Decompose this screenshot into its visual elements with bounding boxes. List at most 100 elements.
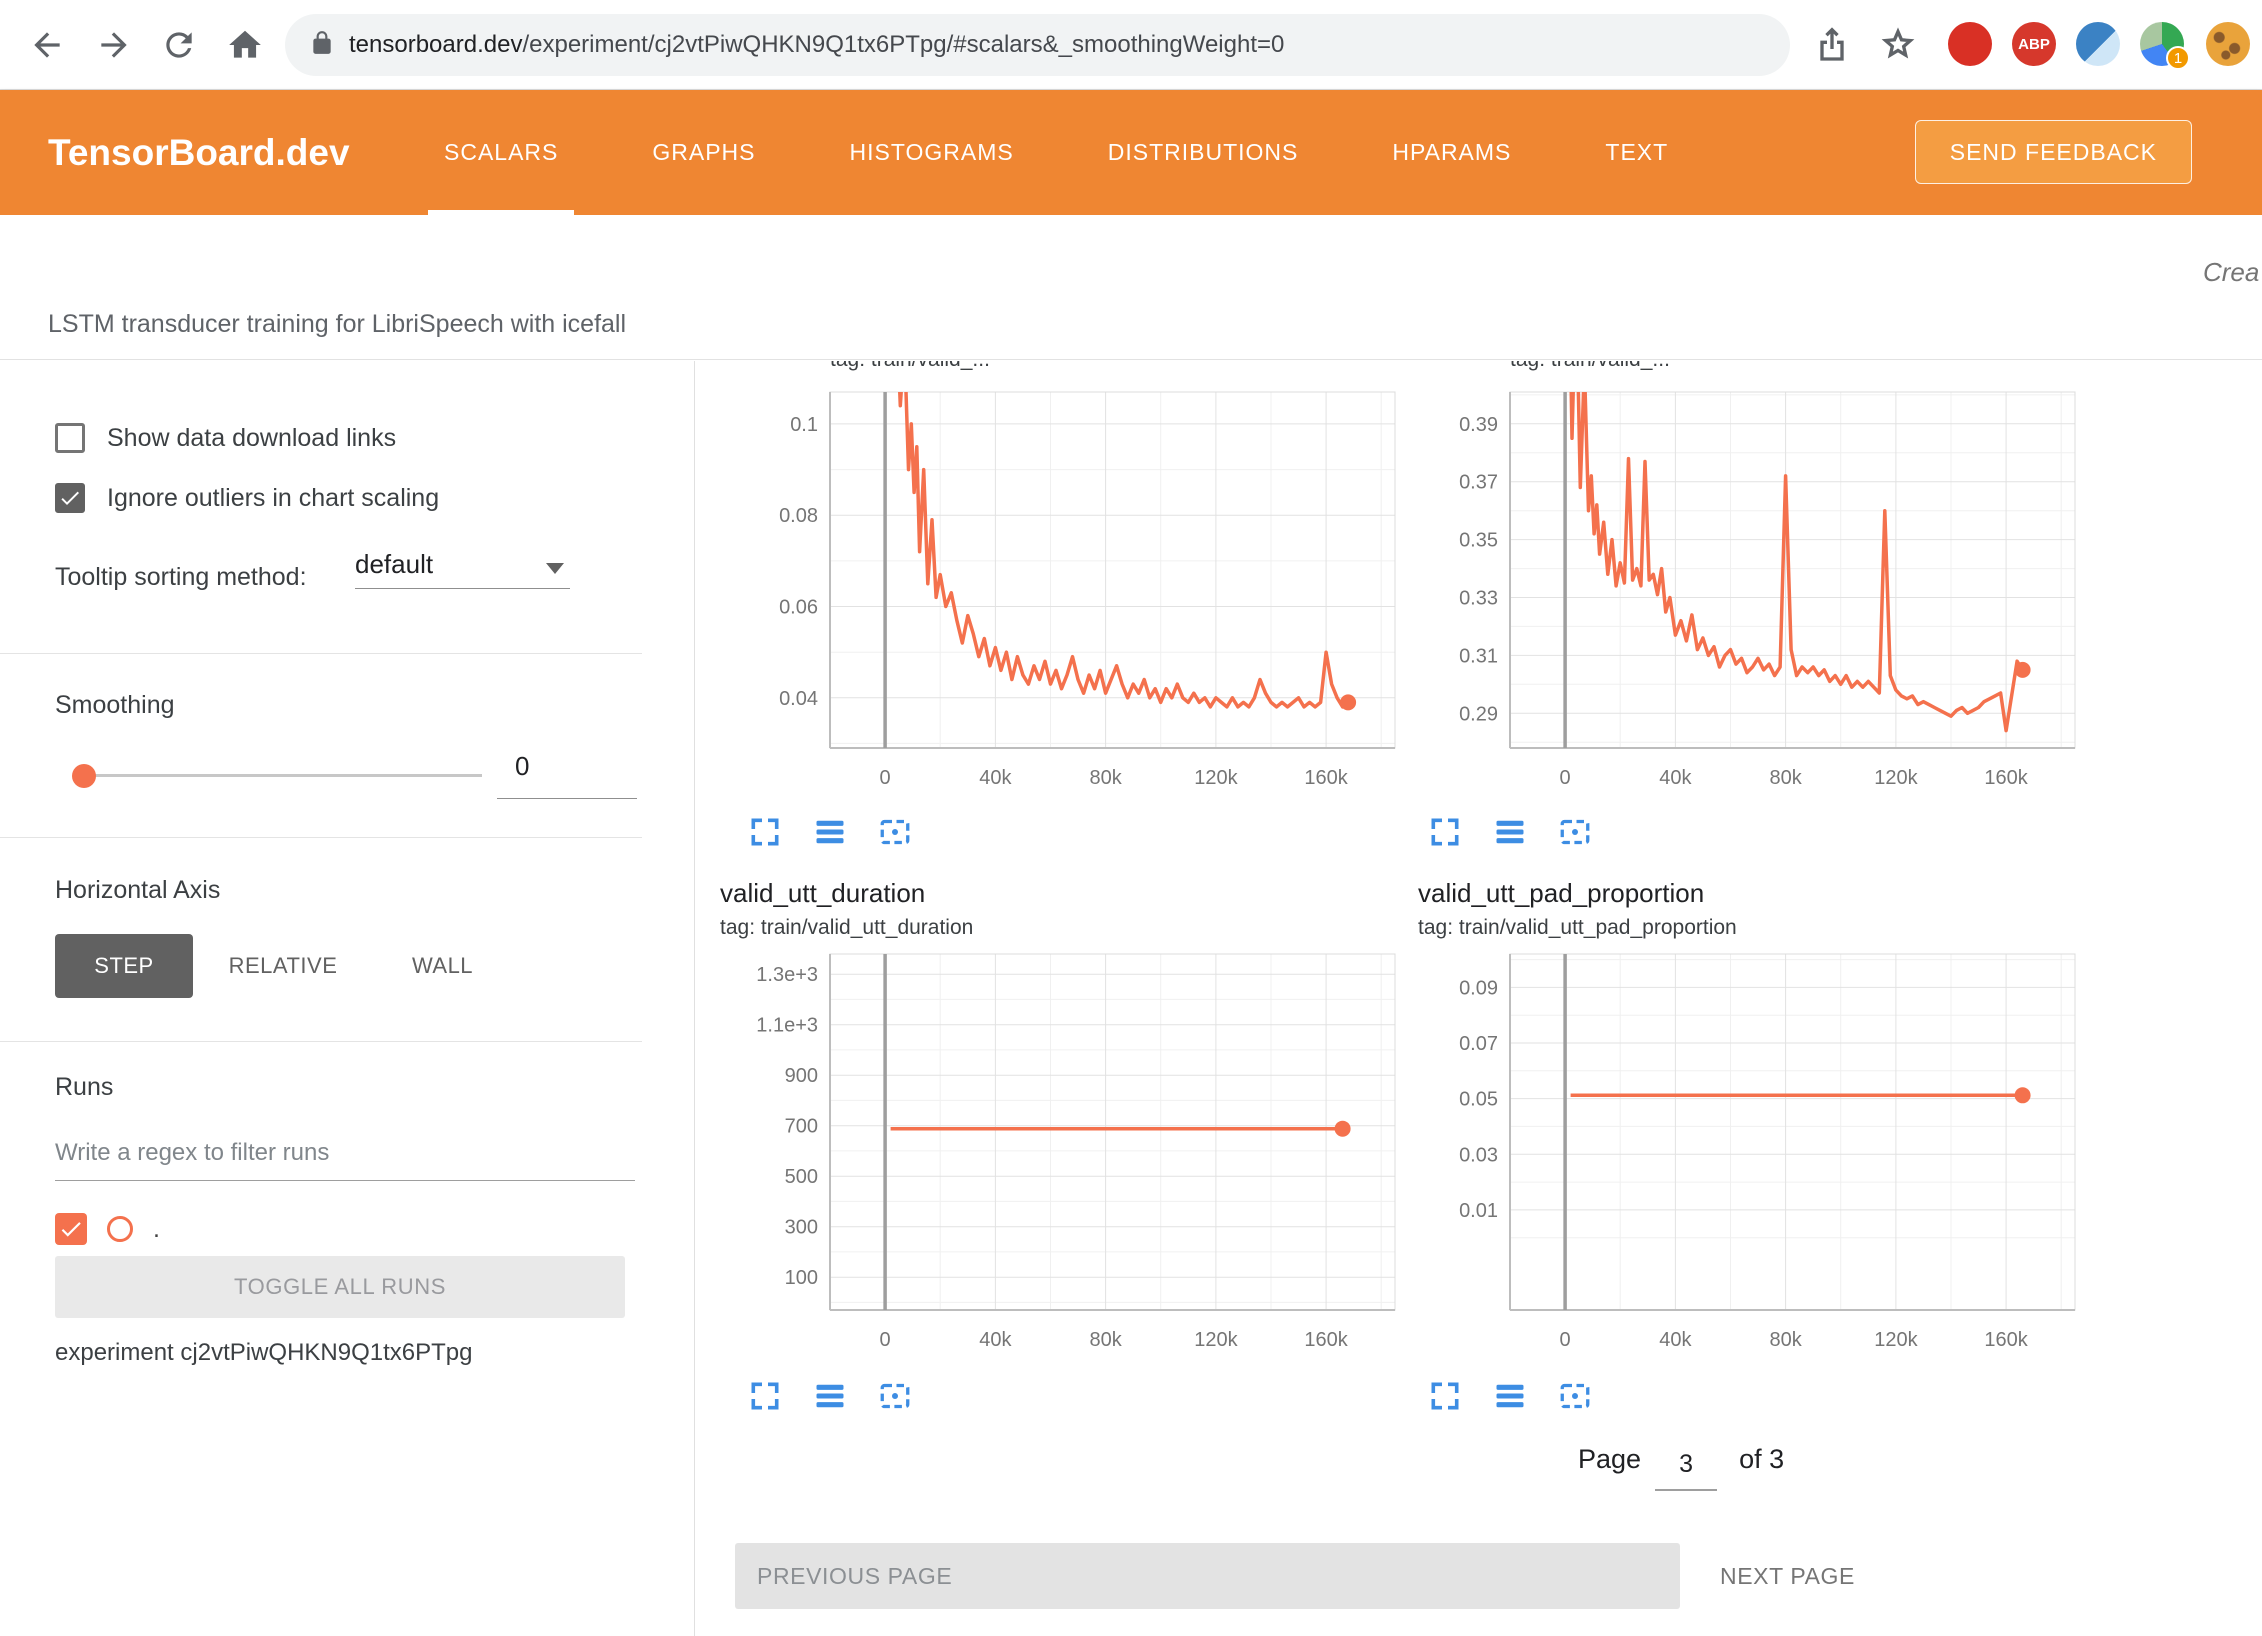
svg-text:700: 700 [785,1116,818,1138]
svg-text:100: 100 [785,1267,818,1289]
svg-text:0.37: 0.37 [1459,472,1498,494]
extension-abp-icon[interactable]: ABP [2012,22,2056,66]
lines-icon[interactable] [810,812,850,852]
svg-text:500: 500 [785,1166,818,1188]
fit-domain-icon[interactable] [1555,1376,1595,1416]
run-name-label: . [153,1215,160,1244]
chart-top-right-plot[interactable]: 0.290.310.330.350.370.39040k80k120k160k [1430,386,2090,811]
extension-adblock-icon[interactable] [1948,22,1992,66]
experiment-id-label: experiment cj2vtPiwQHKN9Q1tx6PTpg [55,1339,473,1367]
svg-text:80k: 80k [1769,1329,1802,1351]
chart-title-valid-utt-duration: valid_utt_duration [720,878,925,909]
send-feedback-button[interactable]: SEND FEEDBACK [1915,120,2192,184]
runs-filter-input[interactable] [55,1125,635,1181]
app-header: TensorBoard.dev SCALARS GRAPHS HISTOGRAM… [0,90,2262,215]
tab-scalars[interactable]: SCALARS [428,90,574,215]
chart-bottom-right-toolbar [1425,1376,1595,1416]
expand-icon[interactable] [745,812,785,852]
bookmark-star-icon[interactable] [1878,24,1918,64]
clipped-created-text: Crea [2203,257,2262,288]
chart-tag-valid-utt-pad-proportion: tag: train/valid_utt_pad_proportion [1418,916,1737,940]
svg-text:120k: 120k [1194,767,1238,789]
previous-page-button[interactable]: PREVIOUS PAGE [735,1543,1680,1609]
settings-sidebar: Show data download links Ignore outliers… [0,361,695,1636]
tab-text[interactable]: TEXT [1589,90,1684,215]
share-icon[interactable] [1812,24,1852,64]
tab-graphs[interactable]: GRAPHS [636,90,771,215]
svg-text:0: 0 [1560,1329,1571,1351]
svg-text:80k: 80k [1089,1329,1122,1351]
axis-wall-button[interactable]: WALL [395,934,490,998]
run-checkbox-checked-icon[interactable] [55,1213,87,1245]
svg-text:0: 0 [880,1329,891,1351]
svg-text:900: 900 [785,1065,818,1087]
tab-distributions[interactable]: DISTRIBUTIONS [1092,90,1315,215]
runs-label: Runs [55,1073,113,1102]
smoothing-value-input[interactable]: 0 [497,743,637,799]
profile-avatar-icon[interactable]: 1 [2140,22,2184,66]
expand-icon[interactable] [1425,1376,1465,1416]
svg-text:0.05: 0.05 [1459,1089,1498,1111]
url-domain: tensorboard.dev [349,31,522,58]
extension-blue-icon[interactable] [2076,22,2120,66]
tooltip-sort-label: Tooltip sorting method: [55,563,307,592]
url-bar[interactable]: tensorboard.dev/experiment/cj2vtPiwQHKN9… [285,14,1790,76]
smoothing-slider-thumb[interactable] [72,764,96,788]
page-number-input[interactable]: 3 [1655,1438,1717,1491]
expand-icon[interactable] [745,1376,785,1416]
experiment-title: LSTM transducer training for LibriSpeech… [48,310,626,339]
chart-bottom-right-plot[interactable]: 0.010.030.050.070.09040k80k120k160k [1430,948,2090,1373]
run-color-circle-icon[interactable] [107,1216,133,1242]
svg-text:120k: 120k [1194,1329,1238,1351]
svg-text:0: 0 [880,767,891,789]
chart-bottom-left-plot[interactable]: 1003005007009001.1e+31.3e+3040k80k120k16… [750,948,1410,1373]
smoothing-slider-track[interactable] [82,774,482,777]
svg-text:160k: 160k [1984,767,2028,789]
reload-icon[interactable] [160,26,198,64]
tab-histograms[interactable]: HISTOGRAMS [834,90,1030,215]
axis-step-button[interactable]: STEP [55,934,193,998]
chart-top-left-toolbar [745,812,915,852]
svg-text:120k: 120k [1874,767,1918,789]
run-row[interactable]: . [55,1213,160,1245]
svg-text:120k: 120k [1874,1329,1918,1351]
cropped-tag-top-left: tag: train/valid_... [830,361,1250,378]
toggle-all-runs-button[interactable]: TOGGLE ALL RUNS [55,1256,625,1318]
lock-icon [309,30,335,61]
svg-text:80k: 80k [1089,767,1122,789]
cookie-icon[interactable] [2206,22,2250,66]
svg-text:0.29: 0.29 [1459,703,1498,725]
fit-domain-icon[interactable] [875,1376,915,1416]
lines-icon[interactable] [810,1376,850,1416]
svg-text:0.01: 0.01 [1459,1200,1498,1222]
checkbox-checked-icon[interactable] [55,483,85,513]
divider [0,1041,642,1042]
svg-text:0.06: 0.06 [779,597,818,619]
next-page-button[interactable]: NEXT PAGE [1705,1543,1870,1609]
svg-text:0: 0 [1560,767,1571,789]
svg-text:0.03: 0.03 [1459,1144,1498,1166]
expand-icon[interactable] [1425,812,1465,852]
axis-relative-button[interactable]: RELATIVE [213,934,353,998]
show-download-links-checkbox-row[interactable]: Show data download links [55,423,396,453]
fit-domain-icon[interactable] [875,812,915,852]
svg-text:0.31: 0.31 [1459,645,1498,667]
fit-domain-icon[interactable] [1555,812,1595,852]
forward-icon[interactable] [95,26,133,64]
lines-icon[interactable] [1490,812,1530,852]
back-icon[interactable] [28,26,66,64]
tooltip-sort-value: default [355,549,433,579]
ignore-outliers-checkbox-row[interactable]: Ignore outliers in chart scaling [55,483,439,513]
tooltip-sort-dropdown[interactable]: default [355,549,570,589]
svg-text:0.08: 0.08 [779,505,818,527]
subheader: Crea LSTM transducer training for LibriS… [0,215,2262,360]
tab-hparams[interactable]: HPARAMS [1376,90,1527,215]
lines-icon[interactable] [1490,1376,1530,1416]
chart-title-valid-utt-pad-proportion: valid_utt_pad_proportion [1418,878,1704,909]
chart-top-left-plot[interactable]: 0.040.060.080.1040k80k120k160k [750,386,1410,811]
home-icon[interactable] [226,26,264,64]
checkbox-unchecked-icon[interactable] [55,423,85,453]
svg-text:1.3e+3: 1.3e+3 [756,964,818,986]
svg-text:0.39: 0.39 [1459,414,1498,436]
svg-text:40k: 40k [979,767,1012,789]
